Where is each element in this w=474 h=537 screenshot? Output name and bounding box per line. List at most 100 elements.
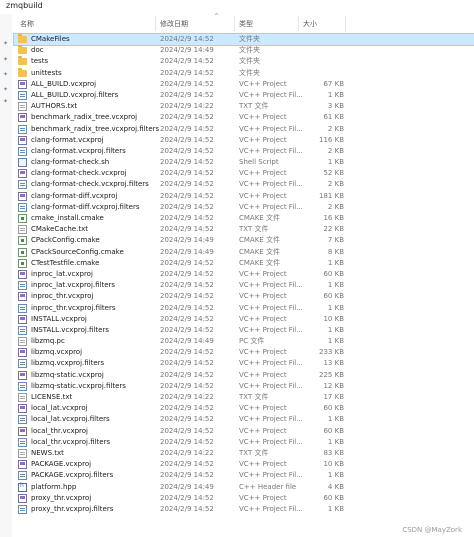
file-row[interactable]: tests 2024/2/9 14:52 文件夹 bbox=[14, 56, 474, 67]
column-divider[interactable] bbox=[298, 16, 299, 31]
file-row[interactable]: clang-format-check.sh 2024/2/9 14:52 Shell… bbox=[14, 157, 474, 168]
file-row[interactable]: unittests 2024/2/9 14:52 文件夹 bbox=[14, 67, 474, 79]
file-row[interactable]: clang-format-diff.vcxproj.filters 2024/2/… bbox=[14, 202, 474, 213]
vcxproj-icon bbox=[18, 169, 27, 179]
file-name: CTestTestfile.cmake bbox=[31, 258, 100, 267]
generic-file-icon bbox=[18, 337, 27, 347]
file-row[interactable]: LICENSE.txt 2024/2/9 14:22 TXT 文件 17 KB bbox=[14, 392, 474, 403]
file-modified-date: 2024/2/9 14:52 bbox=[160, 135, 214, 144]
vcxproj-icon bbox=[18, 460, 27, 470]
column-divider[interactable] bbox=[155, 16, 156, 31]
pin-icon[interactable]: ✦ bbox=[3, 71, 9, 78]
file-row[interactable]: local_lat.vcxproj.filters 2024/2/9 14:52 V… bbox=[14, 414, 474, 425]
file-row[interactable]: PACKAGE.vcxproj.filters 2024/2/9 14:52 VC+… bbox=[14, 470, 474, 481]
file-row[interactable]: CTestTestfile.cmake 2024/2/9 14:52 CMAKE 文… bbox=[14, 258, 474, 269]
file-modified-date: 2024/2/9 14:52 bbox=[160, 68, 214, 77]
file-type: VC++ Project Fil... bbox=[239, 124, 303, 133]
file-size: 60 KB bbox=[323, 493, 344, 502]
file-size: 13 KB bbox=[323, 359, 344, 368]
pin-icon[interactable]: ✦ bbox=[3, 98, 9, 105]
file-name: libzmq.pc bbox=[31, 337, 65, 346]
filters-icon bbox=[18, 359, 27, 369]
file-row[interactable]: clang-format.vcxproj 2024/2/9 14:52 VC++ P… bbox=[14, 135, 474, 146]
file-type: VC++ Project Fil... bbox=[239, 504, 303, 513]
file-row[interactable]: local_thr.vcxproj.filters 2024/2/9 14:52 V… bbox=[14, 437, 474, 448]
file-row[interactable]: inproc_lat.vcxproj.filters 2024/2/9 14:52… bbox=[14, 280, 474, 291]
file-row[interactable]: benchmark_radix_tree.vcxproj 2024/2/9 14:… bbox=[14, 112, 474, 123]
file-row[interactable]: PACKAGE.vcxproj 2024/2/9 14:52 VC++ Projec… bbox=[14, 459, 474, 470]
file-size: 22 KB bbox=[323, 225, 344, 234]
file-row[interactable]: CMakeCache.txt 2024/2/9 14:52 TXT 文件 22 KB bbox=[14, 224, 474, 235]
file-name: proxy_thr.vcxproj bbox=[31, 493, 92, 502]
file-row[interactable]: CPackConfig.cmake 2024/2/9 14:49 CMAKE 文件 7… bbox=[14, 235, 474, 246]
file-row[interactable]: local_thr.vcxproj 2024/2/9 14:52 VC++ Proj… bbox=[14, 426, 474, 437]
file-name: clang-format-check.vcxproj.filters bbox=[31, 180, 149, 189]
file-row[interactable]: libzmq-static.vcxproj 2024/2/9 14:52 VC++ … bbox=[14, 370, 474, 381]
file-name: local_lat.vcxproj.filters bbox=[31, 415, 110, 424]
file-row[interactable]: CPackSourceConfig.cmake 2024/2/9 14:49 CMA… bbox=[14, 247, 474, 258]
file-size: 233 KB bbox=[319, 348, 344, 357]
file-row[interactable]: doc 2024/2/9 14:49 文件夹 bbox=[14, 45, 474, 56]
file-type: VC++ Project bbox=[239, 191, 287, 200]
file-name: clang-format-diff.vcxproj.filters bbox=[31, 202, 140, 211]
file-modified-date: 2024/2/9 14:52 bbox=[160, 180, 214, 189]
file-size: 181 KB bbox=[319, 191, 344, 200]
column-header-size[interactable]: 大小 bbox=[303, 19, 317, 29]
column-divider[interactable] bbox=[234, 16, 235, 31]
file-size: 1 KB bbox=[327, 337, 344, 346]
file-row[interactable]: INSTALL.vcxproj 2024/2/9 14:52 VC++ Projec… bbox=[14, 314, 474, 325]
file-row[interactable]: benchmark_radix_tree.vcxproj.filters 2024… bbox=[14, 124, 474, 135]
text-file-icon bbox=[18, 393, 27, 402]
file-row[interactable]: inproc_thr.vcxproj.filters 2024/2/9 14:52… bbox=[14, 303, 474, 314]
file-row[interactable]: libzmq.pc 2024/2/9 14:49 PC 文件 1 KB bbox=[14, 336, 474, 347]
text-file-icon bbox=[18, 102, 27, 112]
pin-icon[interactable]: ✦ bbox=[3, 56, 9, 63]
file-size: 225 KB bbox=[319, 370, 344, 379]
file-row[interactable]: clang-format-diff.vcxproj 2024/2/9 14:52 V… bbox=[14, 191, 474, 202]
file-type: Shell Script bbox=[239, 158, 279, 167]
file-type: VC++ Project Fil... bbox=[239, 180, 303, 189]
file-modified-date: 2024/2/9 14:52 bbox=[160, 493, 214, 502]
file-row[interactable]: clang-format-check.vcxproj 2024/2/9 14:52… bbox=[14, 168, 474, 179]
file-name: clang-format.vcxproj.filters bbox=[31, 146, 126, 155]
address-bar[interactable]: zmqbuild bbox=[0, 0, 474, 14]
file-row[interactable]: inproc_thr.vcxproj 2024/2/9 14:52 VC++ Pro… bbox=[14, 291, 474, 302]
file-name: clang-format-check.sh bbox=[31, 158, 110, 167]
file-size: 52 KB bbox=[323, 169, 344, 178]
file-row[interactable]: libzmq-static.vcxproj.filters 2024/2/9 14… bbox=[14, 381, 474, 392]
file-row[interactable]: ALL_BUILD.vcxproj.filters 2024/2/9 14:52 V… bbox=[14, 90, 474, 101]
pin-icon[interactable]: ✦ bbox=[3, 86, 9, 93]
file-row[interactable]: NEWS.txt 2024/2/9 14:22 TXT 文件 83 KB bbox=[14, 448, 474, 459]
file-modified-date: 2024/2/9 14:52 bbox=[160, 404, 214, 413]
file-name: INSTALL.vcxproj bbox=[31, 314, 87, 323]
column-header-name[interactable]: 名称 bbox=[20, 19, 34, 29]
pin-icon[interactable]: ✦ bbox=[3, 40, 9, 47]
file-modified-date: 2024/2/9 14:22 bbox=[160, 393, 214, 401]
file-row[interactable]: ALL_BUILD.vcxproj 2024/2/9 14:52 VC++ Proj… bbox=[14, 79, 474, 90]
current-folder-name: zmqbuild bbox=[6, 1, 43, 10]
file-row[interactable]: cmake_install.cmake 2024/2/9 14:52 CMAKE 文… bbox=[14, 213, 474, 224]
file-row[interactable]: libzmq.vcxproj 2024/2/9 14:52 VC++ Project… bbox=[14, 347, 474, 358]
file-row[interactable]: proxy_thr.vcxproj 2024/2/9 14:52 VC++ Proj… bbox=[14, 493, 474, 504]
file-name: NEWS.txt bbox=[31, 448, 64, 457]
column-header-type[interactable]: 类型 bbox=[239, 19, 253, 29]
file-row[interactable]: clang-format-check.vcxproj.filters 2024/2… bbox=[14, 179, 474, 190]
file-row[interactable]: inproc_lat.vcxproj 2024/2/9 14:52 VC++ Pro… bbox=[14, 269, 474, 280]
file-row[interactable]: CMakeFiles 2024/2/9 14:52 文件夹 bbox=[13, 32, 474, 47]
folder-icon bbox=[18, 67, 27, 77]
column-header-date[interactable]: 修改日期 bbox=[160, 19, 188, 29]
file-row[interactable]: local_lat.vcxproj 2024/2/9 14:52 VC++ Proj… bbox=[14, 403, 474, 414]
file-type: TXT 文件 bbox=[239, 102, 269, 111]
file-row[interactable]: libzmq.vcxproj.filters 2024/2/9 14:52 VC++… bbox=[14, 358, 474, 369]
file-modified-date: 2024/2/9 14:49 bbox=[160, 236, 214, 245]
file-row[interactable]: proxy_thr.vcxproj.filters 2024/2/9 14:52 V… bbox=[14, 504, 474, 515]
file-type: TXT 文件 bbox=[239, 225, 269, 234]
file-row[interactable]: INSTALL.vcxproj.filters 2024/2/9 14:52 VC+… bbox=[14, 325, 474, 336]
column-divider[interactable] bbox=[345, 16, 346, 31]
file-type: VC++ Project bbox=[239, 426, 287, 435]
file-row[interactable]: AUTHORS.txt 2024/2/9 14:22 TXT 文件 3 KB bbox=[14, 101, 474, 112]
file-row[interactable]: platform.hpp 2024/2/9 14:49 C++ Header fil… bbox=[14, 482, 474, 493]
file-type: TXT 文件 bbox=[239, 448, 269, 457]
file-row[interactable]: clang-format.vcxproj.filters 2024/2/9 14:… bbox=[14, 146, 474, 157]
file-modified-date: 2024/2/9 14:52 bbox=[160, 415, 214, 424]
